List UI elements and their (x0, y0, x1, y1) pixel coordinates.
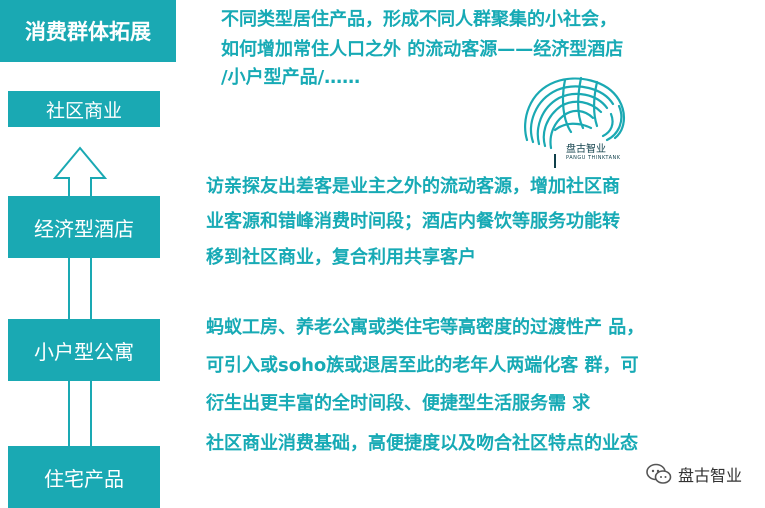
ladder-small-apartment: 小户型公寓 (8, 319, 160, 381)
ladder-housing-product: 住宅产品 (8, 446, 160, 508)
hotel-description-line: 访亲探友出差客是业主之外的流动客源，增加社区商 (206, 176, 620, 197)
apartment-description-line: 社区商业消费基础，高便捷度以及吻合社区特点的业态 (206, 433, 638, 454)
intro-line: 不同类型居住产品，形成不同人群聚集的小社会， (221, 9, 617, 30)
hotel-description-line: 移到社区商业，复合利用共享客户 (206, 247, 476, 268)
ladder-economy-hotel: 经济型酒店 (8, 196, 160, 258)
ladder-community-commerce: 社区商业 (8, 91, 160, 127)
apartment-description-line: 蚂蚁工房、养老公寓或类住宅等高密度的过渡性产 品， (206, 317, 645, 338)
watermark-text: 盘古智业 (678, 466, 743, 485)
logo-name-cn: 盘古智业 (566, 144, 606, 155)
apartment-description-line: 可引入或soho族或退居至此的老年人两端化客 群，可 (206, 355, 639, 376)
upward-arrow-icon (52, 146, 108, 450)
hotel-description-line: 业客源和错峰消费时间段；酒店内餐饮等服务功能转 (206, 211, 620, 232)
section-title: 消费群体拓展 (0, 0, 176, 62)
apartment-description-line: 衍生出更丰富的全时间段、便捷型生活服务需 求 (206, 393, 591, 414)
watermark: 盘古智业 (646, 462, 742, 486)
logo-name-en: PANGU THINKTANK (566, 155, 621, 161)
intro-line: 如何增加常住人口之外 的流动客源——经济型酒店 (221, 39, 624, 60)
intro-line: /小户型产品/…… (221, 67, 361, 88)
wechat-icon (646, 463, 672, 484)
